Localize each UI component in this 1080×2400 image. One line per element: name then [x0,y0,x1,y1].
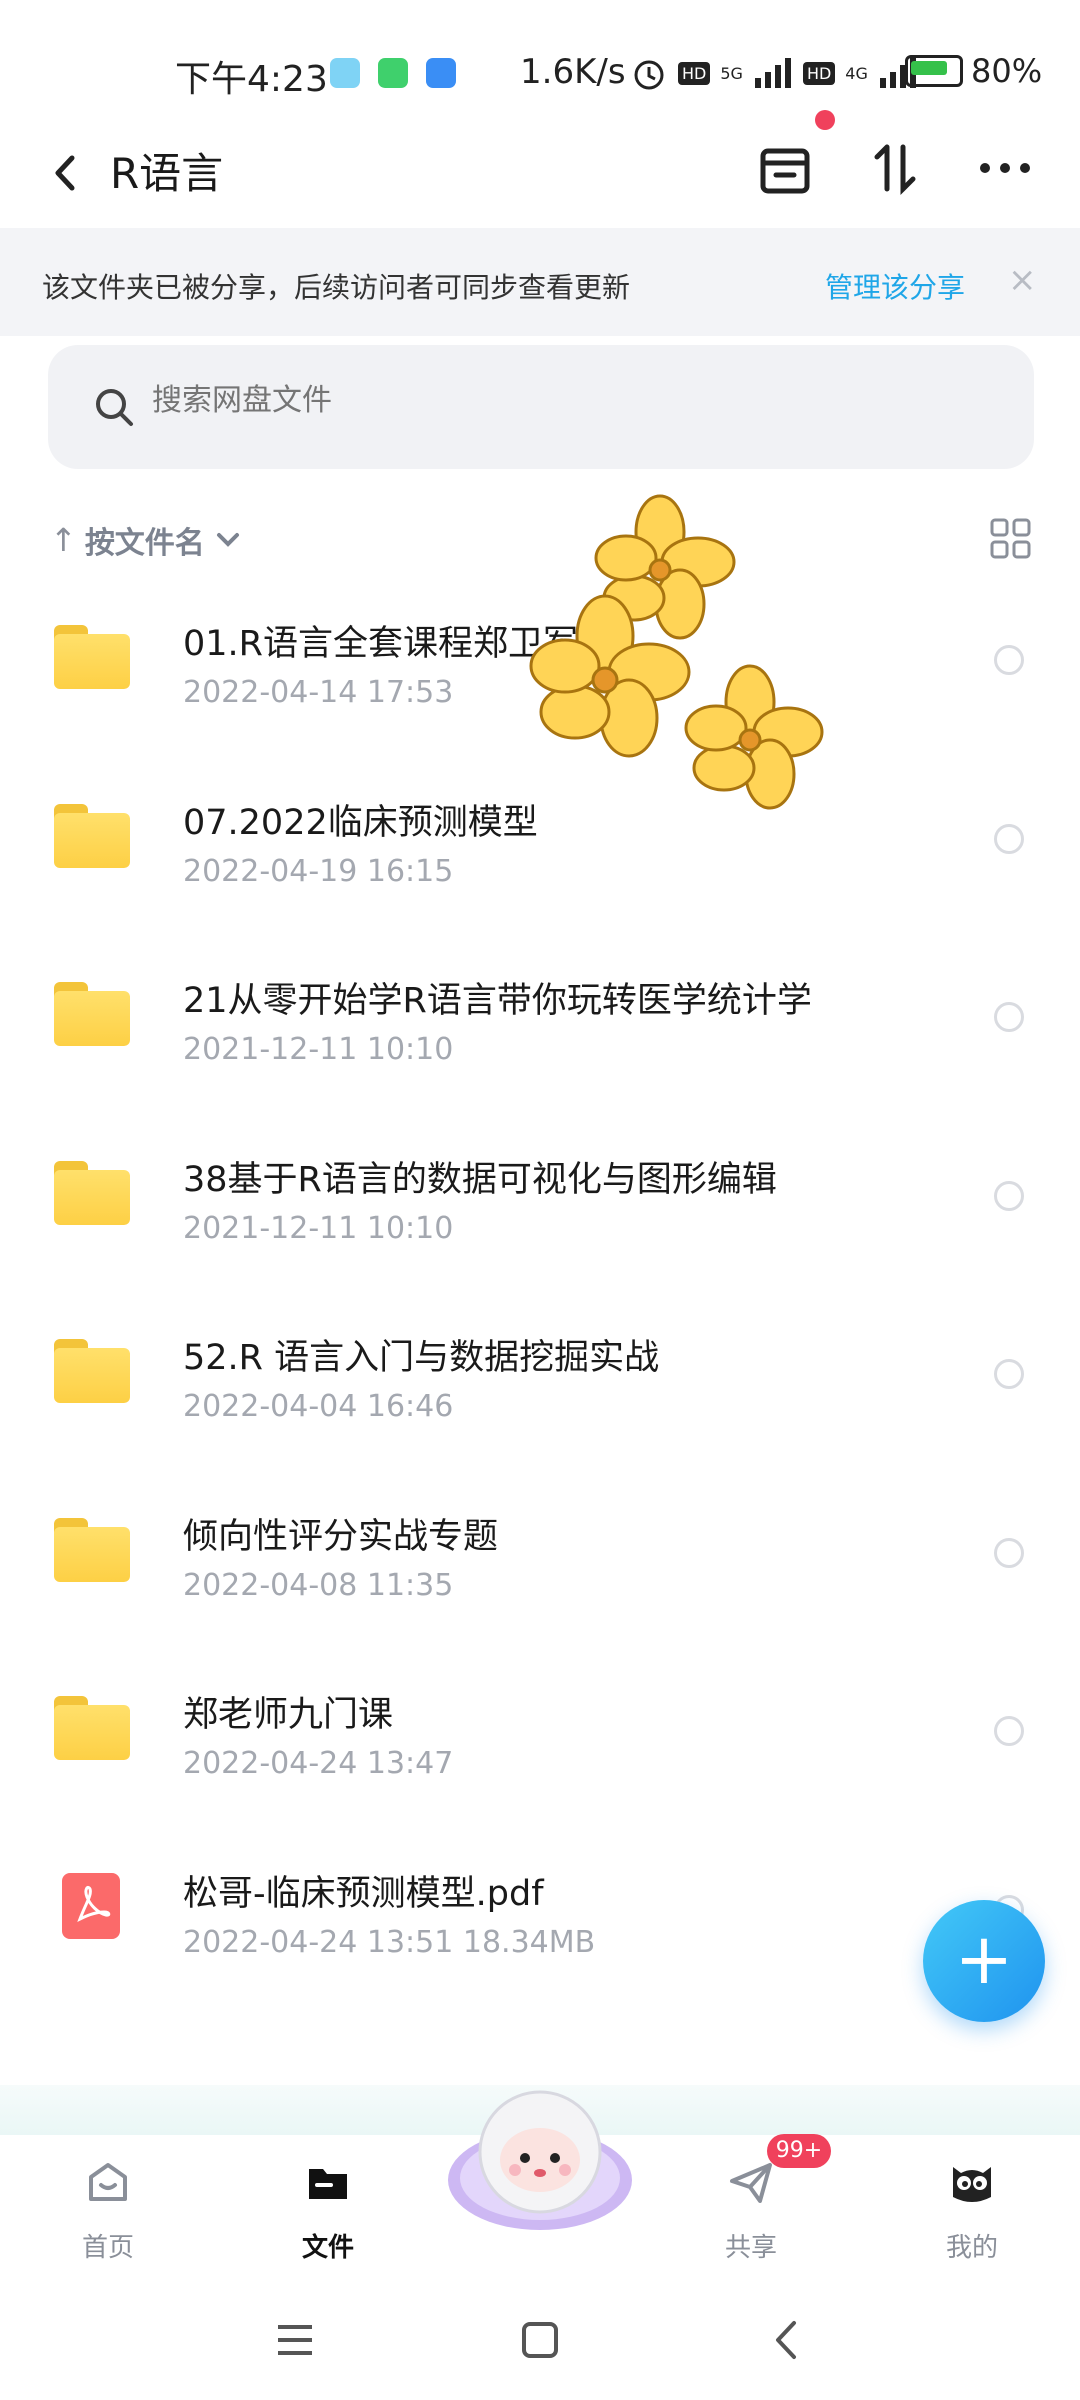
search-bar[interactable] [48,345,1034,469]
folder-icon [54,1160,130,1225]
signal-icon [754,58,791,88]
select-checkbox[interactable] [994,823,1024,854]
close-banner-button[interactable]: × [1008,260,1037,300]
select-checkbox[interactable] [994,1359,1024,1389]
hd-badge: HD [678,61,711,85]
hd-badge-2: HD [802,61,836,85]
file-meta: 2022-04-24 13:51 18.34MB [183,1924,596,1960]
status-time: 下午4:23 [175,59,328,100]
alarm-icon [634,60,664,90]
back-triangle-icon[interactable] [762,2315,812,2365]
folder-icon [54,625,130,689]
file-meta: 2022-04-08 11:35 [183,1567,454,1603]
wechat-icon [378,58,408,88]
battery: 80% [905,52,1042,90]
select-checkbox[interactable] [994,1002,1024,1032]
archive-icon[interactable] [750,133,820,203]
file-name: 郑老师九门课 [183,1695,394,1735]
nav-mine[interactable]: 我的 [902,2145,1042,2275]
list-item[interactable]: 38基于R语言的数据可视化与图形编辑 2021-12-11 10:10 [0,1121,1080,1300]
list-item[interactable]: 松哥-临床预测模型.pdf 2022-04-24 13:51 18.34MB [0,1835,1080,2014]
nav-home-label: 首页 [81,2233,134,2263]
list-item[interactable]: 倾向性评分实战专题 2022-04-08 11:35 [0,1478,1080,1657]
menu-icon[interactable] [270,2315,320,2365]
folder-icon [54,1339,130,1403]
sort-control[interactable]: ↑ 按文件名 [50,515,243,565]
more-icon[interactable] [965,133,1045,203]
add-button[interactable]: + [923,1900,1045,2022]
grid-view-icon[interactable] [990,518,1032,560]
network-speed: 1.6K/s [520,52,626,92]
system-icons: HD 5G HD 4G [630,54,918,92]
share-banner-text: 该文件夹已被分享，后续访问者可同步查看更新 [42,271,631,304]
plus-icon: + [954,1918,1014,2000]
file-name: 52.R 语言入门与数据挖掘实战 [183,1338,660,1378]
file-name: 松哥-临床预测模型.pdf [183,1873,544,1914]
back-icon[interactable] [40,138,110,208]
folder-icon [54,982,130,1046]
paper-plane-icon [730,2163,772,2203]
nav-files-label: 文件 [301,2233,354,2263]
folder-icon [54,803,130,868]
folder-icon [54,1517,130,1582]
list-item[interactable]: 01.R语言全套课程郑卫军 2022-04-14 17:53 [0,585,1080,764]
list-item[interactable]: 07.2022临床预测模型 2022-04-19 16:15 [0,764,1080,943]
file-name: 38基于R语言的数据可视化与图形编辑 [183,1159,777,1200]
file-name: 07.2022临床预测模型 [183,802,538,843]
folder-nav-icon [309,2169,347,2199]
battery-icon [905,55,963,87]
list-item[interactable]: 21从零开始学R语言带你玩转医学统计学 2021-12-11 10:10 [0,942,1080,1121]
share-badge: 99+ [767,2134,831,2168]
battery-level: 80% [971,52,1043,90]
notification-dot [815,110,835,130]
select-checkbox[interactable] [994,1180,1024,1211]
nav-mine-label: 我的 [945,2233,998,2263]
file-list: 01.R语言全套课程郑卫军 2022-04-14 17:53 07.2022临床… [0,585,1080,2013]
owl-avatar-icon [953,2167,991,2202]
header: R语言 [0,118,1080,228]
file-meta: 2022-04-04 16:46 [183,1389,454,1424]
select-checkbox[interactable] [994,1716,1024,1746]
page-title: R语言 [110,149,224,198]
share-banner: 该文件夹已被分享，后续访问者可同步查看更新 管理该分享 × [0,228,1080,336]
file-meta: 2022-04-19 16:15 [183,853,454,889]
manage-share-link[interactable]: 管理该分享 [825,266,965,306]
nav-home[interactable]: 首页 [38,2145,178,2275]
nav-files[interactable]: 文件 [258,2145,398,2275]
mascot-button[interactable] [445,2080,635,2240]
status-bar: 下午4:23 1.6K/s HD 5G HD 4G 80% [0,0,1080,130]
select-checkbox[interactable] [994,645,1024,675]
file-name: 01.R语言全套课程郑卫军 [183,624,578,664]
search-icon [96,389,133,426]
file-meta: 2021-12-11 10:10 [183,1210,454,1246]
notification-icons [330,58,456,88]
network-5g: 5G [720,63,743,83]
select-checkbox[interactable] [994,1537,1024,1568]
file-meta: 2022-04-24 13:47 [183,1746,454,1781]
list-item[interactable]: 郑老师九门课 2022-04-24 13:47 [0,1656,1080,1835]
file-name: 21从零开始学R语言带你玩转医学统计学 [183,981,812,1021]
folder-icon [54,1696,130,1760]
home-square-icon[interactable] [515,2315,565,2365]
nav-share-label: 共享 [724,2233,777,2263]
chevron-down-icon [216,533,239,547]
k-app-icon [330,58,360,88]
file-meta: 2021-12-11 10:10 [183,1032,454,1067]
sort-up-icon: ↑ [50,521,77,559]
list-item[interactable]: 52.R 语言入门与数据挖掘实战 2022-04-04 16:46 [0,1299,1080,1478]
home-icon [89,2163,127,2201]
qq-icon [426,58,456,88]
system-nav-bar [0,2275,1080,2400]
transfer-icon[interactable] [860,133,930,203]
network-4g: 4G [845,63,868,83]
sort-label: 按文件名 [84,526,205,561]
file-meta: 2022-04-14 17:53 [183,675,454,710]
search-input[interactable] [150,383,854,419]
pdf-file-icon [62,1872,120,1939]
file-name: 倾向性评分实战专题 [183,1516,499,1557]
